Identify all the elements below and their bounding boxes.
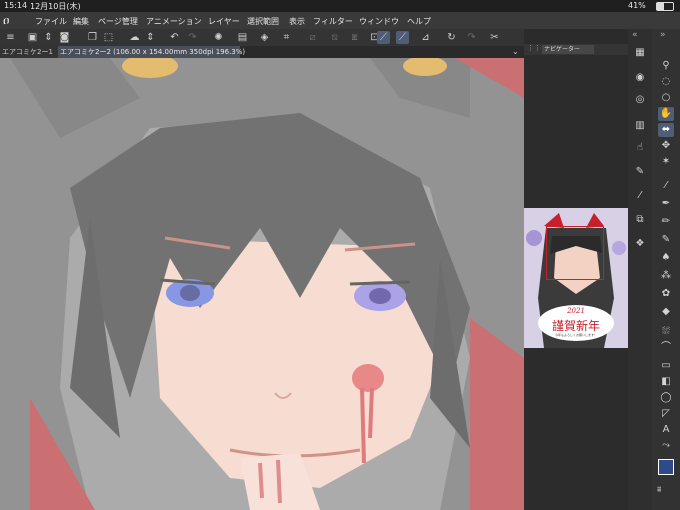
fill-tool-icon[interactable]: ⛆ <box>658 325 674 339</box>
navigator-icon[interactable]: ▦ <box>632 46 648 60</box>
navigator-viewport[interactable] <box>546 226 604 280</box>
sort-icon[interactable]: ⇕ <box>42 31 55 44</box>
curve-icon[interactable]: ⌒ <box>658 341 674 355</box>
lasso-2-icon[interactable]: ○ <box>658 91 674 105</box>
invert-icon[interactable]: ⧆ <box>348 31 361 44</box>
menu-filter[interactable]: フィルター <box>313 16 353 27</box>
decoration-icon[interactable]: ✿ <box>658 287 674 301</box>
airbrush-icon[interactable]: ⁂ <box>658 269 674 283</box>
tab-doc-1-label: エアコミケ2ー1 <box>2 48 53 56</box>
menu-bar: ዐ ファイル 編集 ページ管理 アニメーション レイヤー 選択範囲 表示 フィル… <box>0 12 680 29</box>
save-icon[interactable]: ◙ <box>58 31 71 44</box>
pen-stroke-2-icon[interactable]: ⟋ <box>396 31 409 44</box>
pencil-icon[interactable]: ✏ <box>658 215 674 229</box>
text-icon[interactable]: A <box>658 423 674 437</box>
drawing-canvas[interactable] <box>0 58 524 510</box>
copy-icon[interactable]: ❐ <box>86 31 99 44</box>
lasso-shape-icon[interactable]: ◯ <box>658 391 674 405</box>
frame-icon[interactable]: ▭ <box>658 359 674 373</box>
layer-icon[interactable]: ◉ <box>632 71 648 85</box>
layers-icon[interactable]: ❖ <box>632 237 648 251</box>
panel-grip-icon[interactable]: ⋮⋮ <box>527 44 541 52</box>
crop-icon[interactable]: ⌗ <box>280 31 293 44</box>
zoom-icon[interactable]: ⚲ <box>658 59 674 73</box>
brush-icon[interactable]: ✎ <box>658 233 674 247</box>
menu-edit[interactable]: 編集 <box>73 16 89 27</box>
cloud-icon[interactable]: ☁ <box>128 31 141 44</box>
panel-icon-column: « ▦ ◉ ◎ ▥ ☝ ✎ ⁄ ⧉ ❖ <box>628 29 652 510</box>
hand-tool-icon[interactable]: ✋ <box>658 107 674 121</box>
fill-icon[interactable]: ◈ <box>258 31 271 44</box>
brush-size-icon[interactable]: ◎ <box>632 93 648 107</box>
tool-palette: » ⚲ ◌ ○ ✋ ⬌ ✥ ✶ ⁄ ✒ ✏ ✎ ♠ ⁂ ✿ ◆ ⛆ ⌒ ▭ ◧ … <box>652 29 680 510</box>
document-tabs: エアコミケ2ー1 エアコミケ2ー2 (106.00 x 154.00mm 350… <box>0 46 524 58</box>
navigator-header: ⋮⋮ ナビゲーター <box>524 44 628 55</box>
eraser-icon[interactable]: ◆ <box>658 305 674 319</box>
lasso-icon[interactable]: ◌ <box>658 75 674 89</box>
pan-icon[interactable]: ⇕ <box>144 31 157 44</box>
material-icon[interactable]: ⧉ <box>632 213 648 227</box>
rotate-icon[interactable]: ↻ <box>445 31 458 44</box>
menu-selection[interactable]: 選択範囲 <box>247 16 279 27</box>
menu-icon[interactable]: ≡ <box>4 31 17 44</box>
tab-dropdown-icon[interactable]: ⌄ <box>510 46 519 58</box>
card-subtext: 今年もよろしくお願いします！ <box>554 333 597 337</box>
menu-animation[interactable]: アニメーション <box>146 16 202 27</box>
navigator-thumbnail[interactable]: 2021 謹賀新年 今年もよろしくお願いします！ <box>524 208 628 348</box>
move-layer-icon[interactable]: ✥ <box>658 139 674 153</box>
redo-2-icon[interactable]: ↷ <box>465 31 478 44</box>
status-bar: 15:14 12月10日(木) 41% <box>0 0 680 12</box>
new-icon[interactable]: ▣ <box>26 31 39 44</box>
tab-doc-1[interactable]: エアコミケ2ー1 <box>0 46 60 58</box>
navigator-title: ナビゲーター <box>544 46 581 53</box>
command-bar: ≡ ▣ ⇕ ◙ ❐ ⬚ ☁ ⇕ ↶ ↷ ✺ ▤ ◈ ⌗ ⧄ ⧅ ⧆ ⊡ ⟋ ⟋ … <box>0 29 524 46</box>
redo-icon[interactable]: ↷ <box>186 31 199 44</box>
eyedropper-tool-icon[interactable]: ⁄ <box>658 179 674 193</box>
pen-stroke-icon[interactable]: ⟋ <box>377 31 390 44</box>
polygon-icon[interactable]: ◸ <box>658 407 674 421</box>
menu-window[interactable]: ウィンドウ <box>359 16 399 27</box>
loading-icon[interactable]: ✺ <box>212 31 225 44</box>
menu-layer[interactable]: レイヤー <box>208 16 240 27</box>
collapse-left-icon[interactable]: « <box>632 30 638 40</box>
select-all-icon[interactable]: ⧄ <box>306 31 319 44</box>
tab-doc-2[interactable]: エアコミケ2ー2 (106.00 x 154.00mm 350dpi 196.3… <box>58 46 245 58</box>
clear-icon[interactable]: ▤ <box>236 31 249 44</box>
brush-2-icon[interactable]: ♠ <box>658 251 674 265</box>
hand-icon[interactable]: ☝ <box>632 141 648 155</box>
property-icon[interactable]: ▥ <box>632 119 648 133</box>
balloon-icon[interactable]: ⤳ <box>658 439 674 453</box>
transform-icon[interactable]: ⬚ <box>102 31 115 44</box>
eyedropper-icon[interactable]: ⁄ <box>632 189 648 203</box>
app-logo-icon[interactable]: ዐ <box>3 13 9 28</box>
battery-icon <box>656 2 674 11</box>
undo-icon[interactable]: ↶ <box>168 31 181 44</box>
scissors-icon[interactable]: ✂ <box>488 31 501 44</box>
main-color-swatch[interactable] <box>658 459 674 475</box>
menu-view[interactable]: 表示 <box>289 16 305 27</box>
tab-doc-2-label: エアコミケ2ー2 (106.00 x 154.00mm 350dpi 196.3… <box>60 48 246 56</box>
menu-help[interactable]: ヘルプ <box>407 16 431 27</box>
navigator-panel: ⋮⋮ ナビゲーター 2021 謹賀新年 今年もよろしくお願いします！ <box>524 44 628 510</box>
transparent-color-icon[interactable]: ⩩ <box>657 485 661 495</box>
sparkle-icon[interactable]: ✶ <box>658 155 674 169</box>
deselect-icon[interactable]: ⧅ <box>328 31 341 44</box>
artwork <box>0 58 524 510</box>
card-year: 2021 <box>567 307 585 315</box>
gradient-icon[interactable]: ◧ <box>658 375 674 389</box>
menu-page[interactable]: ページ管理 <box>98 16 138 27</box>
pen-tool-icon[interactable]: ✒ <box>658 197 674 211</box>
card-greeting: 謹賀新年 <box>551 319 600 333</box>
status-time: 15:14 <box>4 1 28 10</box>
menu-file[interactable]: ファイル <box>35 16 67 27</box>
ruler-icon[interactable]: ⊿ <box>419 31 432 44</box>
collapse-right-icon[interactable]: » <box>660 30 666 40</box>
move-icon[interactable]: ⬌ <box>658 123 674 137</box>
pen-icon[interactable]: ✎ <box>632 165 648 179</box>
status-date: 12月10日(木) <box>30 2 81 11</box>
navigator-tab[interactable]: ナビゲーター <box>542 45 594 54</box>
battery-percent: 41% <box>628 1 646 10</box>
